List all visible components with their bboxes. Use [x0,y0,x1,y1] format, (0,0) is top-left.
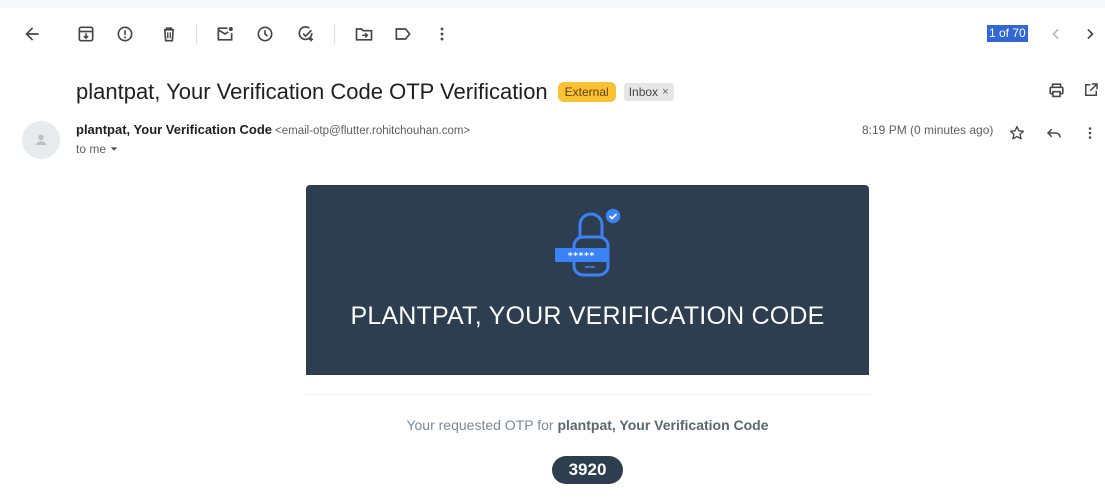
otp-code: 3920 [552,456,623,484]
sender-name[interactable]: plantpat, Your Verification Code [76,122,272,137]
padlock-otp-illustration: ***** [555,207,622,277]
inbox-label: Inbox × [623,83,674,101]
caret-down-icon [110,147,118,151]
subject-row: plantpat, Your Verification Code OTP Ver… [76,78,674,106]
inbox-label-text: Inbox [628,85,659,99]
pager-count: 1 of 70 [987,25,1028,42]
label-icon [395,28,411,40]
open-in-new-icon [1085,83,1098,96]
print-icon [1048,82,1064,97]
delete-button[interactable] [149,14,189,54]
older-button[interactable] [1070,14,1105,54]
banner-title: PLANTPAT, YOUR VERIFICATION CODE [350,302,825,330]
snooze-button[interactable] [245,14,285,54]
star-icon [1009,125,1025,140]
arrow-left-icon [25,27,39,41]
otp-message-prefix: Your requested OTP for [406,417,558,433]
more-options-button[interactable] [422,14,462,54]
report-spam-button[interactable] [105,14,145,54]
reply-icon [1046,128,1061,138]
message-toolbar: 1 of 70 [0,14,1105,54]
remove-label-button[interactable]: × [662,83,668,101]
mark-unread-icon [217,26,233,41]
top-strip [0,0,1105,8]
message-more-button[interactable] [1075,118,1105,148]
sender-avatar[interactable] [22,121,60,159]
print-button[interactable] [1036,70,1076,110]
sender-line: plantpat, Your Verification Code <email-o… [76,122,470,137]
more-vert-icon [1088,127,1092,139]
more-vert-icon [440,27,444,41]
back-button[interactable] [12,14,52,54]
recipient-details[interactable]: to me [76,142,118,156]
toolbar-separator [334,24,335,44]
star-button[interactable] [1002,118,1032,148]
add-task-icon [298,26,314,42]
trash-icon [164,27,174,42]
toolbar-separator [196,24,197,44]
report-icon [117,26,133,42]
email-banner: ***** PLANTPAT, YOUR VERIFICATION CODE [306,185,869,375]
person-icon [35,134,47,145]
email-timestamp: 8:19 PM (0 minutes ago) [862,123,994,137]
email-subject: plantpat, Your Verification Code OTP Ver… [76,79,548,104]
otp-message-app: plantpat, Your Verification Code [557,417,769,433]
clock-icon [257,26,273,42]
reply-button[interactable] [1039,118,1069,148]
move-to-button[interactable] [344,14,384,54]
password-mask: ***** [567,252,594,262]
add-to-tasks-button[interactable] [286,14,326,54]
archive-icon [78,26,94,42]
external-label: External [557,82,616,102]
mark-unread-button[interactable] [205,14,245,54]
body-divider [306,394,869,395]
recipient-text: to me [76,142,107,156]
archive-button[interactable] [66,14,106,54]
folder-move-icon [355,28,373,41]
sender-email: <email-otp@flutter.rohitchouhan.com> [275,125,471,137]
chevron-right-icon [1087,28,1094,40]
labels-button[interactable] [383,14,423,54]
chevron-left-icon [1052,28,1059,40]
open-new-window-button[interactable] [1071,70,1105,110]
otp-message: Your requested OTP for plantpat, Your Ve… [306,417,869,433]
